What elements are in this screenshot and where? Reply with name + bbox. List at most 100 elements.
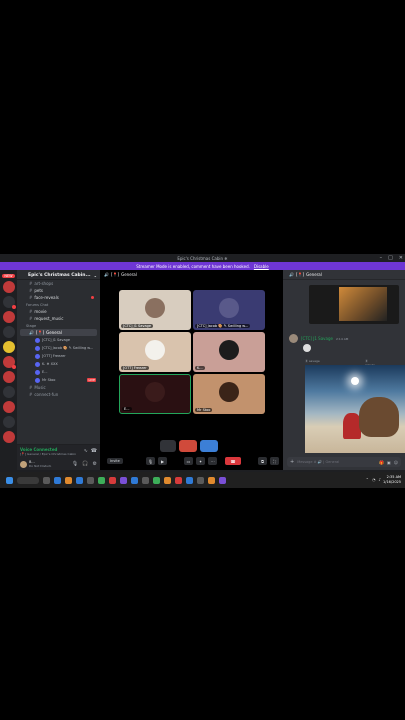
invite-button[interactable]: Invite — [107, 458, 123, 464]
taskbar-app-icon[interactable] — [131, 476, 138, 484]
taskbar-app-icon[interactable] — [153, 476, 160, 484]
hash-icon: # — [29, 392, 33, 397]
activities-icon[interactable]: ✦ — [196, 457, 205, 465]
screen: Epic's Christmas Cabin ❄ – □ ✕ Streamer … — [0, 254, 405, 488]
voice-user[interactable]: [CTC] Jacob 🎨 ✎ Swilling w... — [17, 344, 100, 352]
taskbar-app-icon[interactable] — [65, 476, 72, 484]
taskbar-app-icon[interactable] — [219, 476, 226, 484]
mic-icon[interactable]: 🎙 — [72, 461, 78, 467]
hash-icon: # — [29, 281, 33, 286]
gift-icon[interactable]: 🎁 — [379, 460, 384, 465]
close-button[interactable]: ✕ — [399, 255, 403, 261]
channel-item-general[interactable]: 🔊 [📍] General — [20, 329, 97, 336]
taskbar-app-icon[interactable] — [54, 476, 61, 484]
taskbar-app-icon[interactable] — [208, 476, 215, 484]
server-icon[interactable] — [2, 401, 15, 413]
emoji-icon[interactable]: ☺ — [394, 460, 398, 465]
taskbar-app-icon[interactable] — [175, 476, 182, 484]
activity-card[interactable] — [200, 440, 218, 452]
voice-user[interactable]: K. ❄ XXX — [17, 360, 100, 368]
activity-card[interactable] — [160, 440, 176, 452]
camera-icon[interactable]: ▶ — [158, 457, 167, 465]
more-icon[interactable]: ⋯ — [208, 457, 217, 465]
taskbar-app-icon[interactable] — [109, 476, 116, 484]
plus-icon[interactable]: + — [290, 459, 294, 465]
server-icon[interactable] — [2, 431, 15, 443]
disconnect-icon[interactable]: ☎ — [91, 448, 97, 454]
noise-suppression-icon[interactable]: ∿ — [84, 448, 88, 454]
chat-channel-name: General — [306, 272, 322, 277]
reply-indicator: Ⓡ savage Ⓡ jolnuts — [305, 359, 375, 367]
volume-icon[interactable]: ♪ — [378, 477, 381, 482]
mic-icon[interactable]: 🎙 — [146, 457, 155, 465]
activity-suggestions — [160, 440, 218, 452]
taskbar-app-icon[interactable] — [164, 476, 171, 484]
message-input[interactable]: Message # 🔊 | General — [297, 460, 339, 464]
category-header[interactable]: Stage — [17, 322, 100, 329]
taskbar-app-icon[interactable] — [142, 476, 149, 484]
channel-item[interactable]: # Music — [17, 384, 100, 391]
avatar[interactable] — [20, 460, 27, 468]
chat-attachment-image[interactable] — [305, 365, 405, 453]
server-name-header[interactable]: Epic's Christmas Cabin... ⌄ — [17, 270, 100, 280]
participant-tile[interactable]: K... — [193, 332, 265, 372]
message-time: 2:14 AM — [336, 336, 349, 341]
channel-item[interactable]: # pets — [17, 287, 100, 294]
participant-tile[interactable]: [CTC] J1 Savage — [119, 290, 191, 330]
task-view-icon[interactable] — [43, 476, 50, 484]
participant-tile[interactable]: [OTT] Freezer — [119, 332, 191, 372]
channel-item[interactable]: # face-reveals — [17, 294, 100, 301]
server-icon[interactable] — [2, 371, 15, 383]
voice-user[interactable]: E... — [17, 368, 100, 376]
taskbar-app-icon[interactable] — [197, 476, 204, 484]
channel-item[interactable]: # connect-fun — [17, 391, 100, 398]
server-icon[interactable] — [2, 416, 15, 428]
participant-tile[interactable]: [CTC] Jacob 🎨 ✎ Swilling w... — [193, 290, 265, 330]
headphones-icon[interactable]: 🎧 — [82, 461, 88, 467]
gear-icon[interactable]: ⚙ — [93, 461, 97, 467]
server-icon[interactable] — [2, 281, 15, 293]
server-icon[interactable] — [2, 356, 16, 369]
taskbar-clock[interactable]: 2:35 AM 1/16/2025 — [383, 475, 401, 484]
activity-card[interactable] — [179, 440, 197, 452]
avatar — [145, 340, 165, 360]
maximize-button[interactable]: □ — [388, 255, 393, 261]
category-header[interactable]: Forums Chat — [17, 301, 100, 308]
server-name: Epic's Christmas Cabin... — [28, 273, 91, 278]
disable-streamer-button[interactable]: Disable — [254, 264, 269, 269]
reply-user[interactable]: Ⓡ savage — [305, 359, 320, 363]
server-icon[interactable] — [2, 386, 15, 398]
fullscreen-icon[interactable]: ⛶ — [270, 457, 279, 465]
taskbar-app-icon[interactable] — [98, 476, 105, 484]
avatar[interactable] — [289, 334, 298, 343]
voice-user[interactable]: Mr Stoo LIVE — [17, 376, 100, 384]
start-icon[interactable] — [6, 476, 13, 484]
screen-share-icon[interactable]: ▭ — [184, 457, 193, 465]
server-icon[interactable] — [2, 296, 16, 309]
message-composer[interactable]: + Message # 🔊 | General 🎁 ▣ ☺ — [287, 457, 401, 467]
taskbar-app-icon[interactable] — [186, 476, 193, 484]
participant-tile-speaking[interactable]: E... — [119, 374, 191, 414]
wifi-icon[interactable]: ◔ — [372, 477, 376, 482]
channel-item[interactable]: # movie — [17, 308, 100, 315]
channel-item[interactable]: # art-shops — [17, 280, 100, 287]
channel-item[interactable]: # request_music — [17, 315, 100, 322]
minimize-button[interactable]: – — [380, 255, 383, 261]
taskbar-app-icon[interactable] — [87, 476, 94, 484]
avatar — [35, 361, 40, 367]
taskbar-app-icon[interactable] — [120, 476, 127, 484]
voice-user[interactable]: [OTT] Freezer — [17, 352, 100, 360]
server-icon[interactable] — [2, 311, 15, 323]
taskbar-app-icon[interactable] — [76, 476, 83, 484]
chat-attachment-image[interactable] — [309, 285, 399, 324]
server-icon[interactable] — [2, 326, 15, 338]
participant-tile[interactable]: Mr Stoo — [193, 374, 265, 414]
voice-user[interactable]: [CTC] J1 Savage — [17, 336, 100, 344]
popout-icon[interactable]: ⧉ — [258, 457, 267, 465]
message-author[interactable]: [CTC] J1 Savage — [301, 336, 333, 341]
chevron-up-icon[interactable]: ⌃ — [366, 477, 369, 482]
taskbar-search[interactable] — [17, 476, 39, 484]
leave-call-button[interactable]: ☎ — [225, 457, 241, 465]
gif-icon[interactable]: ▣ — [387, 460, 391, 465]
server-icon[interactable] — [2, 341, 15, 353]
